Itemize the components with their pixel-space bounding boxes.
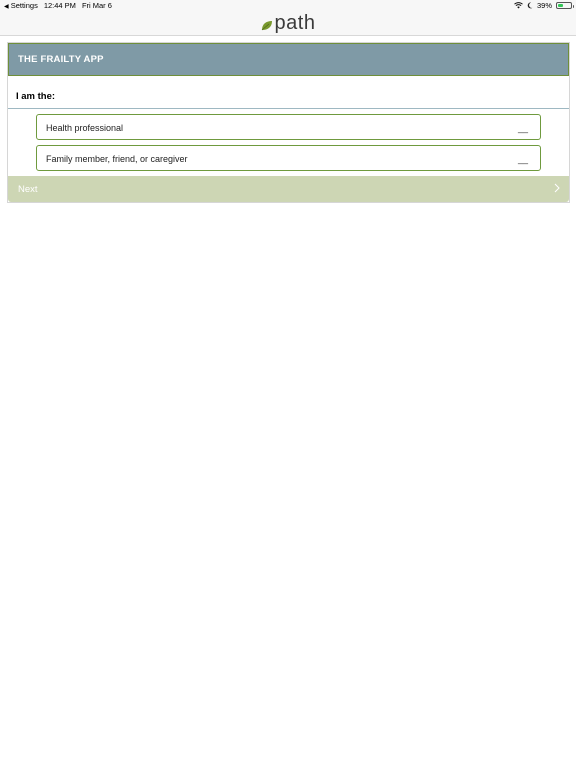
status-bar: ◀ Settings 12:44 PM Fri Mar 6 39%: [0, 0, 576, 11]
frailty-panel: THE FRAILTY APP I am the: Health profess…: [7, 42, 570, 203]
next-label: Next: [18, 184, 38, 195]
wifi-icon: [514, 2, 523, 9]
option-marker: __: [517, 154, 528, 164]
moon-icon: [527, 2, 533, 9]
question-prompt: I am the:: [16, 91, 56, 102]
app-title: THE FRAILTY APP: [18, 54, 104, 65]
battery-icon: [556, 2, 574, 9]
path-logo: path: [261, 12, 316, 34]
option-health-professional[interactable]: Health professional __: [36, 114, 541, 140]
status-right: 39%: [514, 0, 574, 11]
battery-fill: [558, 4, 563, 7]
back-arrow-icon: ◀: [4, 4, 9, 10]
option-marker: __: [517, 123, 528, 133]
app-header: THE FRAILTY APP: [8, 43, 569, 76]
back-label: Settings: [10, 1, 38, 10]
leaf-icon: [261, 20, 272, 30]
next-button[interactable]: Next: [8, 176, 569, 202]
battery-percent: 39%: [536, 1, 552, 10]
chevron-right-icon: [554, 183, 560, 193]
divider: [8, 108, 569, 109]
option-label: Health professional: [46, 123, 124, 133]
option-family-member[interactable]: Family member, friend, or caregiver __: [36, 145, 541, 171]
nav-bar: path: [0, 11, 576, 36]
logo-text: path: [274, 12, 316, 34]
option-label: Family member, friend, or caregiver: [46, 154, 188, 164]
